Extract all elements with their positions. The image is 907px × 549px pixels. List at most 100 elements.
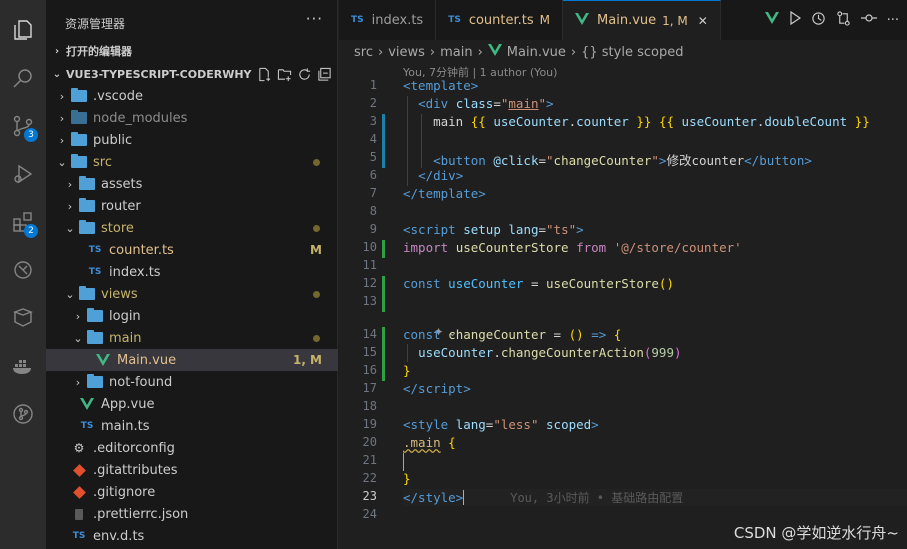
- code-line: </script>: [403, 381, 471, 396]
- tree-item[interactable]: TS index.ts: [46, 261, 338, 283]
- tree-item[interactable]: .gitattributes: [46, 459, 338, 481]
- code-line: import useCounterStore from '@/store/cou…: [403, 240, 742, 255]
- inline-blame: You, 3小时前 • 基础路由配置: [510, 491, 684, 505]
- vue-file-icon: [575, 12, 590, 29]
- tree-item-label: index.ts: [109, 264, 161, 280]
- code-line: main {{ useCounter.counter }} {{ useCoun…: [433, 114, 870, 129]
- new-folder-icon[interactable]: [277, 67, 292, 82]
- line-number: 8: [369, 204, 377, 218]
- run-icon[interactable]: [789, 10, 801, 29]
- chevron-right-icon: ›: [59, 133, 65, 147]
- chevron-right-icon: ›: [67, 177, 73, 191]
- explorer-icon[interactable]: [0, 8, 46, 52]
- tree-item-label: router: [101, 198, 141, 214]
- more-icon[interactable]: ···: [887, 13, 899, 28]
- chevron-down-icon: ⌄: [57, 155, 67, 169]
- project-section[interactable]: ⌄ VUE3-TYPESCRIPT-CODERWHY: [46, 63, 338, 85]
- breadcrumb-views[interactable]: views: [388, 45, 425, 60]
- history-icon[interactable]: [811, 11, 826, 30]
- line-number: 3: [369, 114, 377, 128]
- code-line: </div>: [418, 168, 464, 183]
- tree-item[interactable]: › login: [46, 305, 338, 327]
- line-number: 13: [362, 294, 377, 308]
- tab-main-vue[interactable]: Main.vue 1, M ✕: [563, 0, 721, 40]
- search-icon[interactable]: [0, 56, 46, 100]
- code-line: }: [403, 363, 411, 378]
- tree-item[interactable]: ⚙ .editorconfig: [46, 437, 338, 459]
- git-graph-icon[interactable]: [0, 392, 46, 436]
- line-number: 19: [362, 417, 377, 431]
- tree-item-label: assets: [101, 176, 143, 192]
- code-line-current: </style> You, 3小时前 • 基础路由配置: [403, 489, 907, 506]
- tree-item[interactable]: ⌄ src: [46, 151, 338, 173]
- new-file-icon[interactable]: [257, 67, 272, 82]
- ts-file-icon: TS: [351, 15, 364, 25]
- modified-indicator: 1, M: [662, 13, 688, 28]
- code-line: [403, 453, 404, 471]
- gitlens-icon[interactable]: [0, 296, 46, 340]
- tree-item[interactable]: › .vscode: [46, 85, 338, 107]
- code-line: const changeCounter = () => {: [403, 327, 622, 342]
- tree-item[interactable]: › public: [46, 129, 338, 151]
- line-number: 9: [369, 222, 377, 236]
- line-number: 12: [362, 276, 377, 290]
- line-number: 23: [362, 489, 377, 503]
- run-debug-icon[interactable]: [0, 152, 46, 196]
- remote-icon[interactable]: [0, 248, 46, 292]
- breadcrumb-src[interactable]: src: [354, 45, 373, 60]
- tree-item[interactable]: TS main.ts: [46, 415, 338, 437]
- tree-item[interactable]: Main.vue 1, M: [46, 349, 338, 371]
- tree-item[interactable]: › router: [46, 195, 338, 217]
- tree-item-label: App.vue: [101, 396, 155, 412]
- button-text: 修改counter: [666, 153, 745, 168]
- extensions-icon[interactable]: 2: [0, 200, 46, 244]
- tree-item[interactable]: TS env.d.ts: [46, 525, 338, 547]
- breadcrumb-symbol[interactable]: {} style scoped: [581, 45, 683, 60]
- tree-item-label: store: [101, 220, 134, 236]
- line-number: 4: [369, 132, 377, 146]
- more-actions-icon[interactable]: ···: [306, 10, 323, 28]
- tree-item[interactable]: ⌄ store: [46, 217, 338, 239]
- line-number: 5: [369, 150, 377, 164]
- line-number: 11: [362, 258, 377, 272]
- breadcrumb-main[interactable]: main: [440, 45, 472, 60]
- tree-item[interactable]: TS counter.ts M: [46, 239, 338, 261]
- tab-counter-ts[interactable]: TS counter.ts M: [436, 0, 564, 40]
- tree-item[interactable]: ⌄ views: [46, 283, 338, 305]
- tree-item-label: public: [93, 132, 133, 148]
- line-number: 21: [362, 453, 377, 467]
- line-number: 7: [369, 186, 377, 200]
- folder-open-icon: [86, 330, 104, 346]
- source-control-icon[interactable]: 3: [0, 104, 46, 148]
- tab-index-ts[interactable]: TS index.ts: [339, 0, 437, 40]
- collapse-all-icon[interactable]: [317, 67, 332, 82]
- commit-icon[interactable]: [860, 11, 877, 29]
- tab-label: Main.vue: [597, 13, 657, 28]
- tree-item[interactable]: ⌄ main: [46, 327, 338, 349]
- editor-area: TS index.ts TS counter.ts M Main.vue 1, …: [339, 0, 907, 549]
- tab-label: index.ts: [371, 12, 424, 28]
- tree-item-label: login: [109, 308, 141, 324]
- docker-icon[interactable]: [0, 344, 46, 388]
- vue-preview-icon[interactable]: [764, 12, 779, 28]
- refresh-icon[interactable]: [297, 67, 312, 82]
- tree-item[interactable]: › assets: [46, 173, 338, 195]
- explorer-title: 资源管理器: [65, 17, 126, 31]
- tree-item[interactable]: › node_modules: [46, 107, 338, 129]
- code-line: .main {: [403, 435, 456, 450]
- compare-changes-icon[interactable]: [836, 10, 851, 30]
- watermark: CSDN @学如逆水行舟~: [733, 524, 899, 542]
- folder-icon: [70, 88, 88, 104]
- line-number: 22: [362, 471, 377, 485]
- vue-file-icon: [78, 396, 96, 412]
- tree-item[interactable]: › not-found: [46, 371, 338, 393]
- tab-label: counter.ts: [468, 12, 534, 28]
- breadcrumb-file[interactable]: Main.vue: [507, 45, 566, 60]
- close-icon[interactable]: ✕: [698, 14, 708, 28]
- open-editors-section[interactable]: › 打开的编辑器: [46, 40, 338, 62]
- tree-item[interactable]: .gitignore: [46, 481, 338, 503]
- chevron-right-icon: ›: [59, 89, 65, 103]
- tree-item[interactable]: .prettierrc.json: [46, 503, 338, 525]
- editorconfig-icon: ⚙: [73, 441, 85, 455]
- tree-item[interactable]: App.vue: [46, 393, 338, 415]
